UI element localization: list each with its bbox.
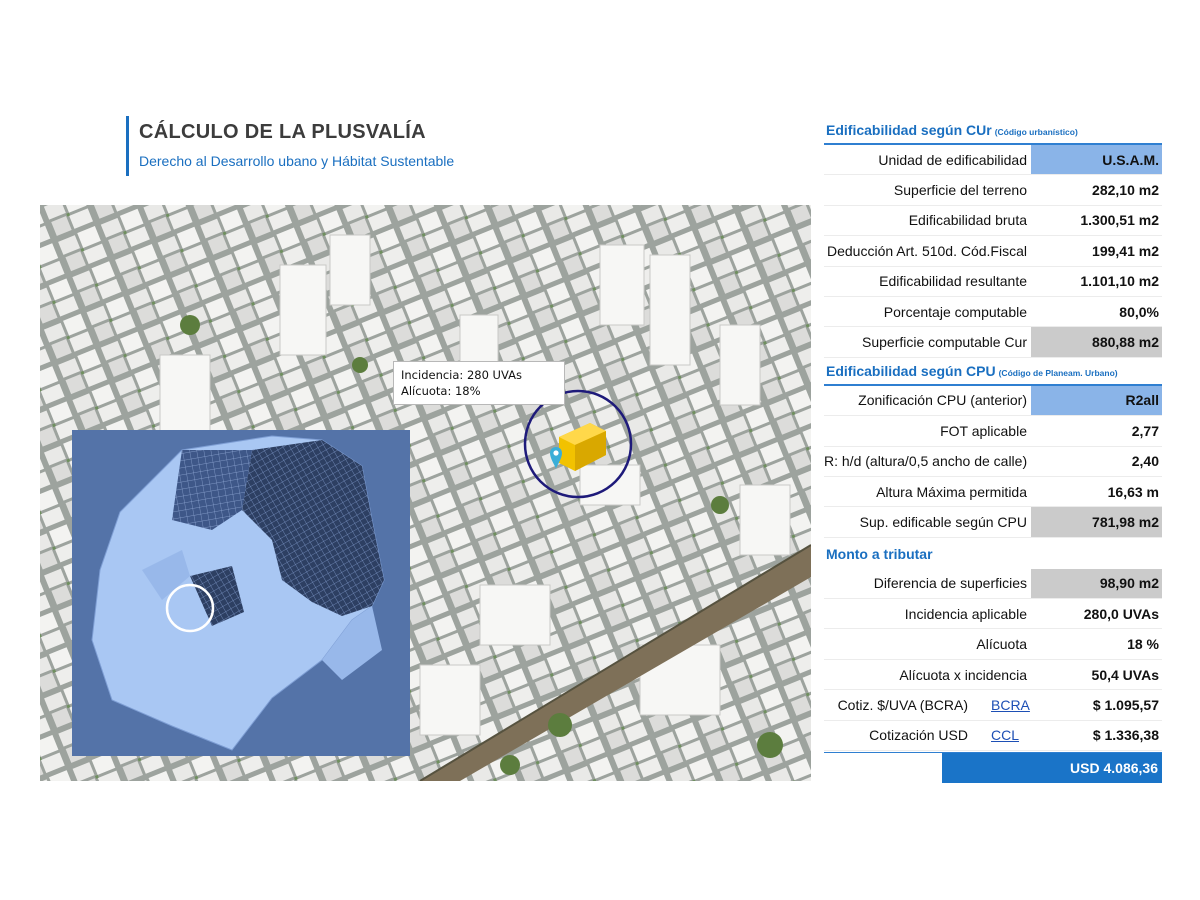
row-value: R2all (1031, 385, 1162, 416)
row-label: Diferencia de superficies (873, 575, 1027, 592)
section-note-cur: (Código urbanístico) (994, 127, 1078, 137)
section-title-cpu: Edificabilidad según CPU (826, 362, 996, 379)
table-row: Deducción Art. 510d. Cód.Fiscal 199,41 m2 (824, 236, 1162, 267)
row-label: Superficie del terreno (893, 182, 1027, 199)
map-tooltip: Incidencia: 280 UVAs Alícuota: 18% (393, 361, 565, 405)
table-row: Alícuota 18 % (824, 629, 1162, 660)
row-label: Alícuota (976, 636, 1027, 653)
table-row: Zonificación CPU (anterior) R2all (824, 385, 1162, 417)
title-accent-bar (126, 116, 129, 176)
table-row: Edificabilidad resultante 1.101,10 m2 (824, 267, 1162, 297)
row-label: R: h/d (altura/0,5 ancho de calle) (824, 453, 1028, 470)
row-label: Altura Máxima permitida (876, 483, 1027, 500)
page-title: CÁLCULO DE LA PLUSVALÍA (139, 121, 426, 143)
table-row: Altura Máxima permitida 16,63 m (824, 477, 1162, 508)
table-row: FOT aplicable 2,77 (824, 416, 1162, 447)
row-value: 280,0 UVAs (1083, 605, 1159, 622)
ccl-link[interactable]: CCL (991, 727, 1019, 743)
table-row: Diferencia de superficies 98,90 m2 (824, 568, 1162, 600)
row-value: 50,4 UVAs (1091, 666, 1159, 683)
row-label: Sup. edificable según CPU (859, 513, 1027, 530)
table-row: Superficie computable Cur 880,88 m2 (824, 327, 1162, 358)
row-value: 16,63 m (1107, 483, 1159, 500)
total-row: USD 4.086,36 (824, 752, 1162, 784)
table-row: R: h/d (altura/0,5 ancho de calle) 2,40 (824, 447, 1162, 477)
table-row: Superficie del terreno 282,10 m2 (824, 175, 1162, 206)
locator-map-render (72, 430, 410, 756)
row-value: 80,0% (1119, 303, 1159, 320)
row-value: 282,10 m2 (1092, 182, 1159, 199)
row-label: Zonificación CPU (anterior) (858, 392, 1027, 409)
section-header-cpu: Edificabilidad según CPU (Código de Plan… (824, 358, 1162, 386)
tooltip-incidencia: Incidencia: 280 UVAs (401, 368, 522, 382)
row-label: FOT aplicable (940, 422, 1027, 439)
row-value: 1.300,51 m2 (1080, 212, 1159, 229)
tooltip-alicuota: Alícuota: 18% (401, 384, 481, 398)
row-value: 2,40 (1131, 453, 1159, 470)
city-locator-map[interactable] (72, 430, 410, 756)
row-label: Cotiz. $/UVA (BCRA) (837, 696, 968, 713)
table-row: Unidad de edificabilidad U.S.A.M. (824, 145, 1162, 176)
row-value: $ 1.095,57 (1092, 696, 1159, 713)
table-row: Sup. edificable según CPU 781,98 m2 (824, 507, 1162, 538)
section-header-cur: Edificabilidad según CUr (Código urbanís… (824, 117, 1162, 145)
row-label: Alícuota x incidencia (899, 666, 1027, 683)
calculation-table: Edificabilidad según CUr (Código urbanís… (824, 117, 1162, 784)
row-label: Porcentaje computable (883, 303, 1027, 320)
row-value: 880,88 m2 (1031, 327, 1162, 357)
row-label: Unidad de edificabilidad (878, 151, 1027, 168)
row-value: $ 1.336,38 (1092, 727, 1159, 744)
section-header-monto: Monto a tributar (824, 538, 1162, 569)
row-value: 18 % (1127, 636, 1159, 653)
table-row: Incidencia aplicable 280,0 UVAs (824, 599, 1162, 630)
row-label: Incidencia aplicable (904, 605, 1027, 622)
row-value: 98,90 m2 (1031, 568, 1162, 599)
table-row: Cotiz. $/UVA (BCRA) BCRA $ 1.095,57 (824, 690, 1162, 721)
row-value: 199,41 m2 (1092, 242, 1159, 259)
section-title-cur: Edificabilidad según CUr (826, 122, 992, 138)
section-title-monto: Monto a tributar (826, 545, 933, 562)
section-note-cpu: (Código de Planeam. Urbano) (998, 367, 1118, 378)
table-row: Porcentaje computable 80,0% (824, 297, 1162, 328)
table-row: Alícuota x incidencia 50,4 UVAs (824, 660, 1162, 691)
row-value: U.S.A.M. (1031, 145, 1162, 175)
bcra-link[interactable]: BCRA (991, 697, 1030, 713)
row-value: 781,98 m2 (1031, 507, 1162, 537)
row-label: Edificabilidad bruta (908, 212, 1027, 229)
row-label: Deducción Art. 510d. Cód.Fiscal (827, 242, 1027, 259)
row-label: Superficie computable Cur (862, 334, 1027, 351)
page-subtitle: Derecho al Desarrollo ubano y Hábitat Su… (139, 153, 455, 169)
row-label: Edificabilidad resultante (879, 273, 1027, 290)
table-row: Cotización USD CCL $ 1.336,38 (824, 721, 1162, 752)
row-label: Cotización USD (869, 727, 968, 744)
row-value: 1.101,10 m2 (1080, 273, 1159, 290)
table-row: Edificabilidad bruta 1.300,51 m2 (824, 206, 1162, 237)
row-value: 2,77 (1131, 422, 1159, 439)
total-amount: USD 4.086,36 (942, 753, 1162, 784)
